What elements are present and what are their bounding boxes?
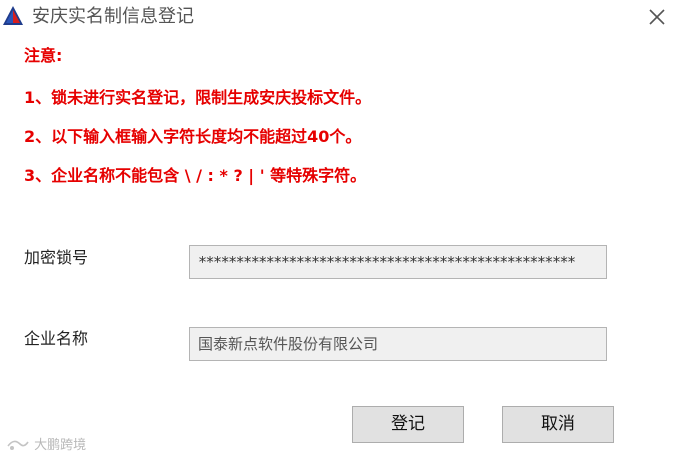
lock-number-label: 加密锁号 [24,248,89,267]
watermark-text: 大鹏跨境 [34,438,87,453]
register-button[interactable]: 登记 [352,406,464,443]
triangle-logo-icon [2,5,24,27]
title-bar: 安庆实名制信息登记 [0,0,681,34]
registration-dialog: 安庆实名制信息登记 注意: 1、锁未进行实名登记，限制生成安庆投标文件。 2、以… [0,0,681,460]
notice-item: 1、锁未进行实名登记，限制生成安庆投标文件。 [24,88,372,107]
notice-item: 3、企业名称不能包含 \ / : * ? | ' 等特殊字符。 [24,166,367,185]
watermark-logo-icon [6,436,30,452]
cancel-button[interactable]: 取消 [502,406,614,443]
notice-item: 2、以下输入框输入字符长度均不能超过40个。 [24,127,362,146]
lock-number-field[interactable]: ****************************************… [189,245,607,279]
window-title: 安庆实名制信息登记 [32,6,194,27]
company-name-label: 企业名称 [24,329,89,348]
company-name-field[interactable]: 国泰新点软件股份有限公司 [189,327,607,361]
watermark: 大鹏跨境 [6,436,86,455]
close-icon[interactable] [643,4,671,30]
notice-heading: 注意: [24,46,63,65]
